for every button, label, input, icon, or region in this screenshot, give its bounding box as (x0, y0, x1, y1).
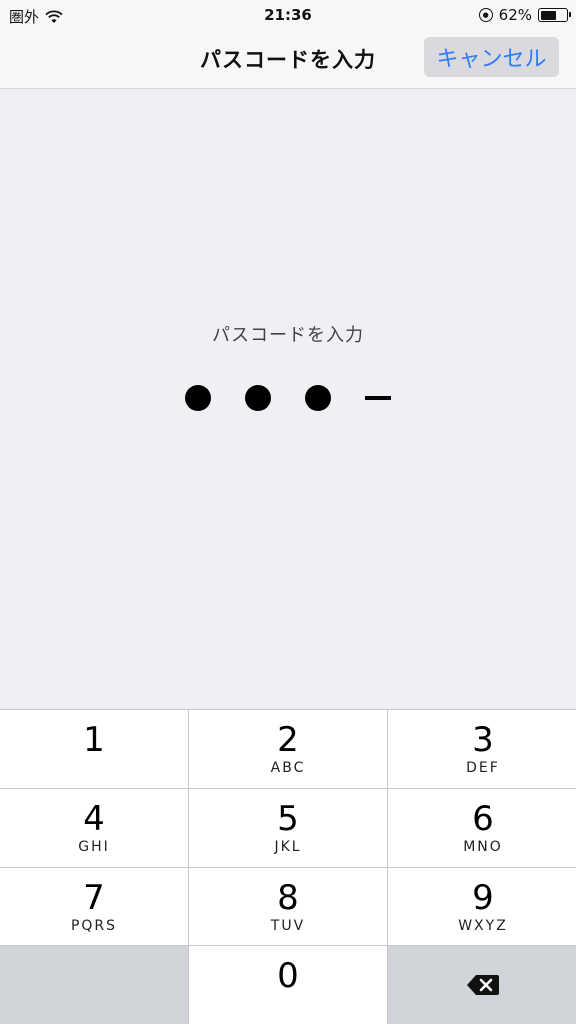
key-letters: DEF (466, 760, 500, 776)
passcode-dash-empty (365, 396, 391, 400)
key-digit: 6 (472, 798, 494, 839)
backspace-icon (467, 975, 499, 996)
status-bar: 圏外 21:36 ● 62% (0, 0, 576, 30)
key-letters: ABC (270, 760, 306, 776)
key-digit: 4 (83, 798, 105, 839)
key-8[interactable]: 8 TUV (189, 867, 387, 946)
key-digit: 7 (83, 877, 105, 918)
key-letters: WXYZ (458, 917, 508, 934)
key-4[interactable]: 4 GHI (0, 788, 188, 867)
cancel-button[interactable]: キャンセル (424, 37, 559, 77)
navigation-bar: パスコードを入力 キャンセル (0, 30, 576, 89)
key-5[interactable]: 5 JKL (189, 788, 387, 867)
key-1[interactable]: 1 (0, 710, 188, 788)
key-6[interactable]: 6 MNO (388, 788, 576, 867)
key-digit: 3 (472, 720, 494, 760)
numeric-keypad: 1 2 ABC 3 DEF 4 GHI 5 JKL 6 MNO 7 PQRS 8 TUV 9 WXYZ 0 (0, 709, 576, 1024)
passcode-dot-filled (185, 385, 211, 411)
key-letters: MNO (463, 838, 503, 855)
key-digit: 9 (472, 877, 494, 918)
passcode-prompt: パスコードを入力 (212, 325, 364, 346)
battery-icon (538, 8, 571, 22)
key-digit: 2 (277, 720, 299, 760)
key-2[interactable]: 2 ABC (189, 710, 387, 788)
key-letters: GHI (78, 838, 110, 855)
passcode-dot-filled (245, 385, 271, 411)
key-letters: JKL (274, 838, 302, 855)
passcode-indicator (0, 383, 576, 413)
battery-percent: 62% (498, 6, 532, 24)
key-letters: PQRS (70, 917, 118, 934)
key-digit: 5 (277, 798, 299, 839)
key-digit: 8 (277, 877, 299, 918)
delete-button[interactable] (388, 946, 576, 1024)
key-0[interactable]: 0 (189, 946, 387, 1024)
key-digit: 1 (83, 720, 105, 760)
key-3[interactable]: 3 DEF (388, 710, 576, 788)
key-7[interactable]: 7 PQRS (0, 867, 188, 946)
passcode-dot-filled (305, 385, 331, 411)
rotation-lock-icon: ● (478, 8, 493, 22)
key-9[interactable]: 9 WXYZ (388, 867, 576, 946)
key-digit: 0 (277, 956, 299, 997)
battery-fill (540, 10, 556, 20)
key-blank (0, 946, 188, 1024)
status-right: ● 62% (478, 6, 571, 24)
key-letters: TUV (270, 917, 306, 934)
